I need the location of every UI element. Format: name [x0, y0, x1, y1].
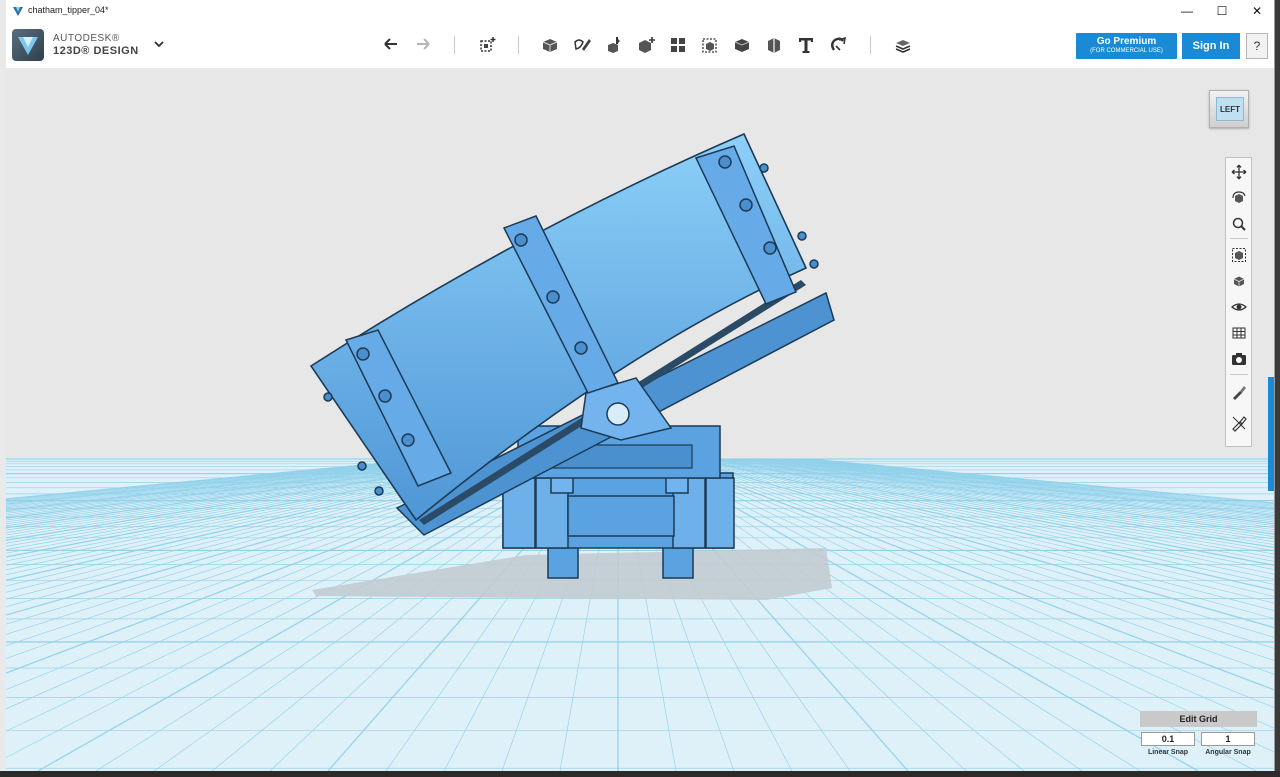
- pan-button[interactable]: [1230, 163, 1248, 181]
- toolbar-separator: [454, 36, 455, 54]
- grid-icon: [1232, 327, 1246, 339]
- construct-button[interactable]: [603, 34, 625, 56]
- navbar-separator: [1230, 238, 1248, 239]
- side-panel-tab[interactable]: [1268, 377, 1274, 491]
- construct-icon: [608, 37, 620, 53]
- view-button[interactable]: [1230, 272, 1248, 290]
- 3d-viewport[interactable]: LEFT Edit Grid 0.1 1 Linear Snap Angular…: [6, 68, 1274, 771]
- pattern-button[interactable]: [667, 34, 689, 56]
- pattern-icon: [671, 38, 685, 52]
- app-logo-icon: [18, 37, 38, 55]
- outline-icon: [1232, 416, 1247, 432]
- outline-button[interactable]: [1230, 414, 1248, 432]
- orbit-button[interactable]: [1230, 189, 1248, 207]
- grid-button[interactable]: [1230, 324, 1248, 342]
- navbar-separator: [1230, 374, 1248, 375]
- main-toolbar: AUTODESK® 123D® DESIGN Go Premium (FOR C…: [6, 22, 1274, 69]
- fit-button[interactable]: [1230, 246, 1248, 264]
- chevron-down-icon[interactable]: [152, 37, 166, 51]
- brand-line1: AUTODESK®: [53, 33, 120, 44]
- material-brush-icon: [1233, 386, 1246, 400]
- close-button[interactable]: ✕: [1240, 0, 1274, 22]
- window-titlebar: chatham_tipper_04* — ☐ ✕: [6, 0, 1274, 22]
- edit-grid-panel: Edit Grid 0.1 1 Linear Snap Angular Snap: [1140, 711, 1257, 765]
- material-button[interactable]: [892, 34, 914, 56]
- app-logo-icon: [13, 7, 23, 16]
- primitives-button[interactable]: [539, 34, 561, 56]
- brand-line2: 123D® DESIGN: [53, 45, 139, 57]
- sketch-icon: [574, 39, 591, 51]
- minimize-button[interactable]: —: [1170, 0, 1204, 22]
- sign-in-button[interactable]: Sign In: [1182, 33, 1240, 59]
- primitives-icon: [542, 39, 558, 52]
- toolbar-separator: [518, 36, 519, 54]
- zoom-icon: [1232, 217, 1246, 231]
- measure-icon: [768, 38, 780, 53]
- edit-grid-button[interactable]: Edit Grid: [1140, 711, 1257, 727]
- view-icon: [1233, 276, 1245, 287]
- snap-button[interactable]: [827, 34, 849, 56]
- grouping-icon: [702, 38, 717, 53]
- view-cube-face[interactable]: LEFT: [1216, 97, 1244, 121]
- material-brush-button[interactable]: [1230, 383, 1248, 401]
- window-title: chatham_tipper_04*: [28, 5, 109, 15]
- linear-snap-field[interactable]: 0.1: [1141, 732, 1195, 746]
- transform-button[interactable]: [476, 34, 498, 56]
- combine-button[interactable]: [731, 34, 753, 56]
- text-icon: [799, 38, 813, 53]
- redo-icon: [417, 38, 430, 50]
- redo-button[interactable]: [412, 34, 434, 56]
- undo-button[interactable]: [380, 34, 402, 56]
- snap-icon: [831, 36, 847, 51]
- screenshot-button[interactable]: [1230, 350, 1248, 368]
- navigation-bar: [1225, 157, 1252, 447]
- go-premium-sublabel: (FOR COMMERCIAL USE): [1090, 48, 1163, 54]
- undo-icon: [384, 38, 397, 50]
- visibility-icon: [1231, 303, 1247, 311]
- app-window: chatham_tipper_04* — ☐ ✕ AUTODESK® 123D®…: [6, 0, 1275, 771]
- view-cube[interactable]: LEFT: [1209, 90, 1249, 128]
- angular-snap-field[interactable]: 1: [1201, 732, 1255, 746]
- visibility-button[interactable]: [1230, 298, 1248, 316]
- orbit-icon: [1232, 191, 1246, 203]
- linear-snap-label: Linear Snap: [1147, 749, 1189, 756]
- fit-icon: [1232, 248, 1246, 262]
- material-icon: [895, 40, 911, 53]
- text-button[interactable]: [795, 34, 817, 56]
- measure-button[interactable]: [763, 34, 785, 56]
- pan-icon: [1231, 164, 1247, 180]
- taskbar-edge: [0, 771, 1280, 777]
- toolbar-separator: [870, 36, 871, 54]
- app-logo[interactable]: [12, 29, 44, 61]
- zoom-button[interactable]: [1230, 215, 1248, 233]
- modify-icon: [639, 37, 655, 53]
- help-button[interactable]: ?: [1246, 33, 1268, 59]
- transform-icon: [480, 37, 496, 52]
- combine-icon: [734, 39, 750, 52]
- go-premium-label: Go Premium: [1096, 36, 1157, 47]
- screenshot-icon: [1232, 353, 1246, 365]
- scene-canvas[interactable]: [6, 68, 1274, 771]
- sketch-button[interactable]: [571, 34, 593, 56]
- maximize-button[interactable]: ☐: [1205, 0, 1239, 22]
- angular-snap-label: Angular Snap: [1205, 749, 1251, 756]
- go-premium-button[interactable]: Go Premium (FOR COMMERCIAL USE): [1076, 33, 1177, 59]
- grouping-button[interactable]: [699, 34, 721, 56]
- modify-button[interactable]: [635, 34, 657, 56]
